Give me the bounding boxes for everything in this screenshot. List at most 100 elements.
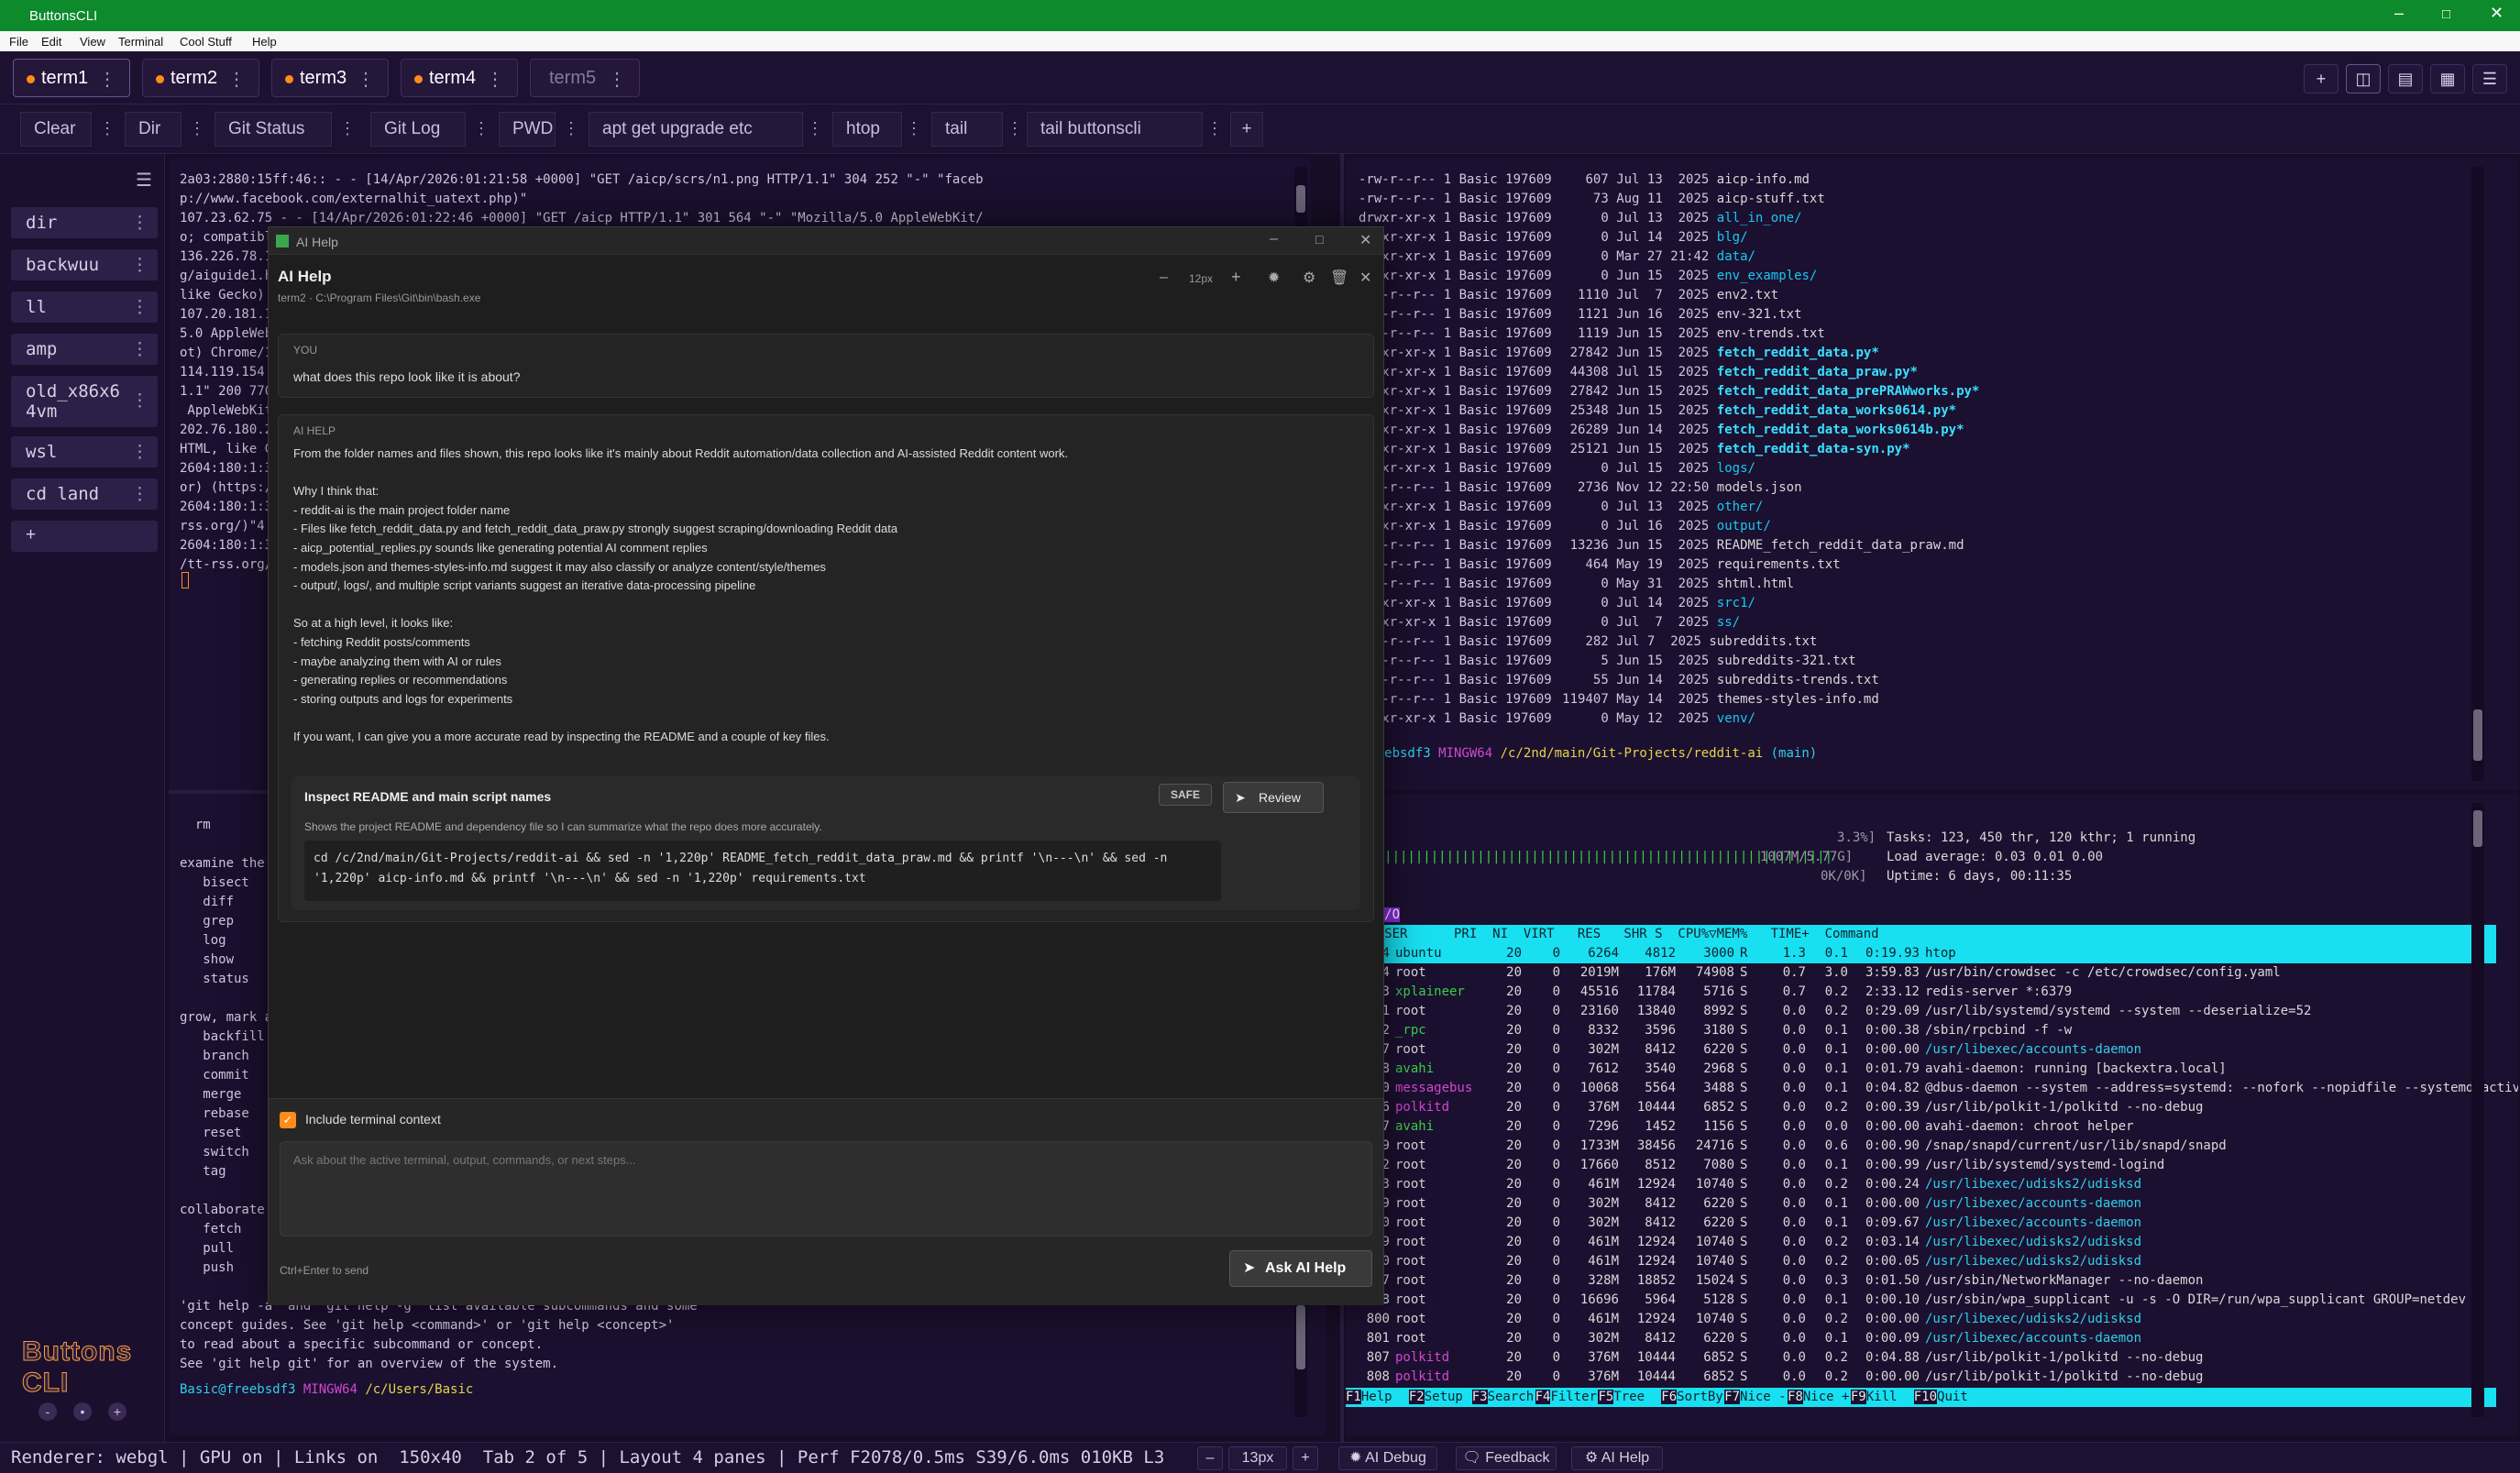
cmd-apt-upgrade-button[interactable]: apt get upgrade etc xyxy=(589,112,803,147)
add-command-button[interactable]: + xyxy=(1230,112,1263,147)
ai-debug-button[interactable]: ✹ AI Debug xyxy=(1338,1446,1437,1470)
fkey-label[interactable]: Setup xyxy=(1425,1388,1472,1407)
split-vertical-icon[interactable]: ◫ xyxy=(2346,64,2381,93)
htop-row[interactable]: 737root200302M84126220S0.00.10:00.00/usr… xyxy=(1346,1040,2496,1060)
kebab-icon[interactable]: ⋮ xyxy=(227,68,246,91)
htop-row[interactable]: 512_rpc200833235963180S0.00.10:00.38/sbi… xyxy=(1346,1021,2496,1040)
kebab-icon[interactable]: ⋮ xyxy=(131,484,149,505)
zoom-out-button[interactable]: – xyxy=(1197,1446,1223,1470)
kebab-icon[interactable]: ⋮ xyxy=(1003,112,1027,147)
ask-ai-help-button[interactable]: ➤ Ask AI Help xyxy=(1229,1250,1372,1287)
kebab-icon[interactable]: ⋮ xyxy=(357,68,375,91)
htop-row[interactable]: 800 root 20 0 461M 12924 10740 S 0.0 0.2 0:00.00/u… xyxy=(1346,1310,2496,1329)
cmd-git-log-button[interactable]: Git Log xyxy=(370,112,466,147)
fkey-label[interactable]: Tree xyxy=(1613,1388,1661,1407)
htop-row[interactable]: 801 root 20 0 302M 8412 6220 S 0.0 0.1 0:00.09/usr… xyxy=(1346,1329,2496,1348)
fkey-label[interactable]: Nice + xyxy=(1803,1388,1851,1407)
sidebar-item-amp[interactable]: amp ⋮ xyxy=(11,334,158,365)
tab-term5[interactable]: term5 ⋮ xyxy=(530,59,640,97)
htop-function-keys[interactable]: F1Help F2Setup F3SearchF4FilterF5Tree F6Sor… xyxy=(1346,1388,2496,1407)
sidebar-item-cd-land[interactable]: cd land ⋮ xyxy=(11,478,158,510)
minimize-icon[interactable]: – xyxy=(2394,4,2404,23)
htop-row[interactable]: 740messagebus2001006855643488S0.00.10:04… xyxy=(1346,1079,2518,1098)
htop-row[interactable]: 798root2001669659645128S0.00.10:00.10/us… xyxy=(1346,1291,2496,1310)
kebab-icon[interactable]: ⋮ xyxy=(486,68,504,91)
kebab-icon[interactable]: ⋮ xyxy=(131,213,149,234)
maximize-icon[interactable]: □ xyxy=(1315,232,1323,247)
cmd-git-status-button[interactable]: Git Status xyxy=(215,112,332,147)
tab-term3[interactable]: term3 ⋮ xyxy=(271,59,389,97)
kebab-icon[interactable]: ⋮ xyxy=(131,297,149,318)
cmd-tail-button[interactable]: tail xyxy=(931,112,1003,147)
kebab-icon[interactable]: ⋮ xyxy=(559,112,583,147)
htop-row[interactable]: 746polkitd200376M104446852S0.00.20:00.39… xyxy=(1346,1098,2496,1117)
review-button[interactable]: ➤ Review xyxy=(1223,782,1324,813)
sidebar-item-ll[interactable]: ll ⋮ xyxy=(11,291,158,323)
menu-cool-stuff[interactable]: Cool Stuff xyxy=(180,35,232,49)
kebab-icon[interactable]: ⋮ xyxy=(98,68,116,91)
cmd-clear-button[interactable]: Clear xyxy=(20,112,92,147)
menu-help[interactable]: Help xyxy=(252,35,277,49)
kebab-icon[interactable]: ⋮ xyxy=(131,390,149,412)
scrollbar[interactable] xyxy=(2471,803,2484,1417)
sidebar-item-backwuu[interactable]: backwuu ⋮ xyxy=(11,249,158,280)
feedback-button[interactable]: 🗨 Feedback xyxy=(1456,1446,1557,1470)
fkey-label[interactable]: Help xyxy=(1361,1388,1409,1407)
reset-button[interactable]: • xyxy=(73,1402,92,1421)
htop-row[interactable]: 807 polkitd 20 0 376M 10444 6852 S 0.0 0.2 0:04.88… xyxy=(1346,1348,2496,1368)
fkey-label[interactable]: Nice - xyxy=(1740,1388,1788,1407)
htop-row[interactable]: 749root2001733M3845624716S0.00.60:00.90/… xyxy=(1346,1137,2496,1156)
ask-input[interactable]: Ask about the active terminal, output, c… xyxy=(280,1141,1372,1237)
new-tab-icon[interactable]: + xyxy=(2304,64,2338,93)
htop-row[interactable]: 753root200461M1292410740S0.00.20:00.24/u… xyxy=(1346,1175,2496,1194)
gear-icon[interactable]: ⚙ xyxy=(1303,269,1315,287)
zoom-out-button[interactable]: - xyxy=(39,1402,57,1421)
hamburger-icon[interactable]: ☰ xyxy=(136,169,152,192)
terminal-pane-2[interactable]: -rw-r--r-- 1 Basic 197609 607 Jul 13 2025… xyxy=(1346,158,2518,790)
font-decrease-icon[interactable]: – xyxy=(1160,269,1168,286)
zoom-in-button[interactable]: + xyxy=(1293,1446,1318,1470)
htop-row[interactable]: 797root200328M1885215024S0.00.30:01.50/u… xyxy=(1346,1271,2496,1291)
close-icon[interactable]: ✕ xyxy=(1359,269,1371,287)
maximize-icon[interactable]: □ xyxy=(2442,6,2450,22)
kebab-icon[interactable]: ⋮ xyxy=(95,112,119,147)
htop-row[interactable]: 747avahi200729614521156S0.00.00:00.00ava… xyxy=(1346,1117,2496,1137)
grid-layout-icon[interactable]: ▦ xyxy=(2430,64,2465,93)
sidebar-item-old-x86x64vm[interactable]: old_x86x6 4vm ⋮ xyxy=(11,376,158,427)
tab-term4[interactable]: term4 ⋮ xyxy=(401,59,518,97)
menu-view[interactable]: View xyxy=(80,35,105,49)
kebab-icon[interactable]: ⋮ xyxy=(803,112,827,147)
cmd-htop-button[interactable]: htop xyxy=(832,112,902,147)
ai-help-button[interactable]: ⚙ AI Help xyxy=(1571,1446,1663,1470)
tab-term2[interactable]: term2 ⋮ xyxy=(142,59,259,97)
htop-row[interactable]: 808 polkitd 20 0 376M 10444 6852 S 0.0 0.2 0:00.00… xyxy=(1346,1368,2496,1387)
kebab-icon[interactable]: ⋮ xyxy=(131,442,149,463)
htop-row[interactable]: 1 root 20 0 23160 13840 8992 S 0.0 0.2 0:29.09/usr… xyxy=(1346,1002,2496,1021)
htop-row[interactable]: 738avahi200761235402968S0.00.10:01.79ava… xyxy=(1346,1060,2496,1079)
cmd-dir-button[interactable]: Dir xyxy=(125,112,182,147)
menu-edit[interactable]: Edit xyxy=(41,35,61,49)
htop-row[interactable]: 752root2001766085127080S0.00.10:00.99/us… xyxy=(1346,1156,2496,1175)
menu-file[interactable]: File xyxy=(9,35,28,49)
cmd-tail-buttonscli-button[interactable]: tail buttonscli xyxy=(1027,112,1203,147)
fkey-label[interactable]: SortBy xyxy=(1677,1388,1724,1407)
htop-column-header[interactable]: PID USER PRI NI VIRT RES SHR S CPU%▽MEM%… xyxy=(1346,925,2496,944)
bug-icon[interactable]: ✹ xyxy=(1268,269,1280,287)
minimize-icon[interactable]: – xyxy=(1270,231,1278,247)
htop-row[interactable]: 769root200302M84126220S0.00.10:00.00/usr… xyxy=(1346,1194,2496,1214)
kebab-icon[interactable]: ⋮ xyxy=(608,68,626,91)
font-increase-icon[interactable]: + xyxy=(1231,268,1241,287)
htop-row[interactable]: 704root2002019M176M74908S0.73.03:59.83/u… xyxy=(1346,963,2496,983)
htop-row[interactable]: 779root200461M1292410740S0.00.20:03.14/u… xyxy=(1346,1233,2496,1252)
kebab-icon[interactable]: ⋮ xyxy=(469,112,493,147)
sidebar-add-button[interactable]: + xyxy=(11,521,158,552)
trash-icon[interactable]: 🗑 xyxy=(1330,269,1348,287)
htop-row[interactable]: 780root200461M1292410740S0.00.20:00.05/u… xyxy=(1346,1252,2496,1271)
split-horizontal-icon[interactable]: ▤ xyxy=(2388,64,2423,93)
htop-row[interactable]: 770root200302M84126220S0.00.10:09.67/usr… xyxy=(1346,1214,2496,1233)
stack-layout-icon[interactable]: ☰ xyxy=(2472,64,2507,93)
zoom-in-button[interactable]: + xyxy=(108,1402,127,1421)
terminal-pane-4-htop[interactable]: [||3.3%]Tasks: 123, 450 thr, 120 kthr; 1… xyxy=(1346,794,2518,1435)
scrollbar[interactable] xyxy=(2471,167,2484,781)
close-icon[interactable]: ✕ xyxy=(1359,231,1371,249)
